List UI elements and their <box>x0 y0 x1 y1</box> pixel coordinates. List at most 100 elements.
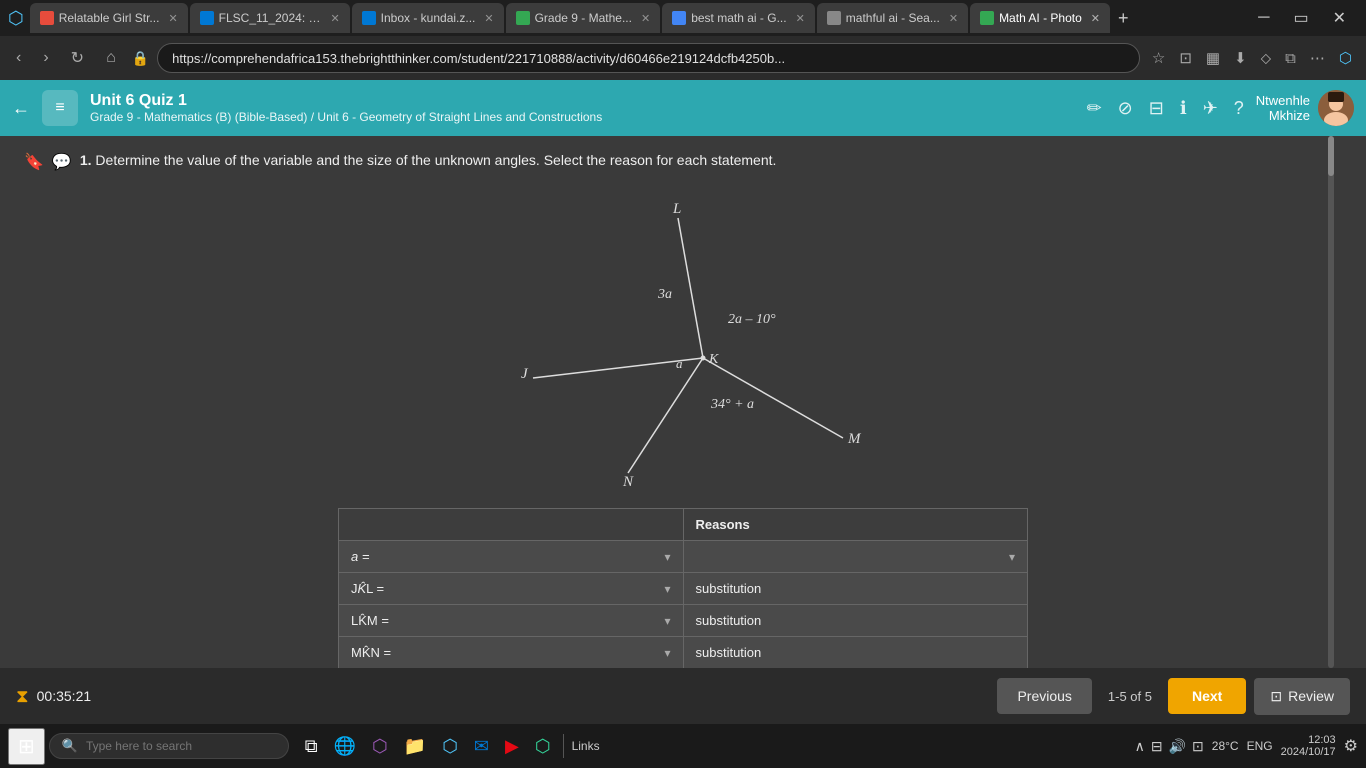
bookmark-icon[interactable]: 🔖 <box>24 152 44 172</box>
tab-close-relatable[interactable]: ✕ <box>168 12 177 25</box>
dropdown-arrow-jkl[interactable]: ▾ <box>664 582 670 596</box>
address-bar: ‹ › ↻ ⌂ 🔒 ☆ ⊡ ▦ ⬇ ⬦ ⧉ ⋯ ⬡ <box>0 36 1366 80</box>
more-options-icon[interactable]: ⋯ <box>1304 45 1331 71</box>
svg-text:34° + a: 34° + a <box>710 397 754 412</box>
geometry-diagram: L J K M N 3a 2a – 10° a 34° + a <box>483 188 883 488</box>
table-cell-a: a = ▾ <box>339 541 684 573</box>
add-tab-button[interactable]: + <box>1112 8 1135 29</box>
info-button[interactable]: ℹ <box>1176 94 1191 123</box>
tab-close-flsc[interactable]: ✕ <box>330 12 339 25</box>
table-cell-reason-mkn: substitution <box>683 637 1028 669</box>
settings-button[interactable]: ⚙ <box>1344 736 1358 756</box>
tab-flsc[interactable]: FLSC_11_2024: L... ✕ <box>190 3 350 33</box>
user-avatar[interactable] <box>1318 90 1354 126</box>
language-display: ENG <box>1247 739 1273 753</box>
file-manager-icon[interactable]: 📁 <box>400 732 430 761</box>
tab-label-inbox: Inbox - kundai.z... <box>381 11 476 25</box>
calculator-button[interactable]: ⊟ <box>1145 94 1168 123</box>
edge-copilot-icon[interactable]: ⬡ <box>1333 45 1358 71</box>
volume-icon[interactable]: 🔊 <box>1169 738 1186 755</box>
app-logo: ≡ <box>42 90 78 126</box>
table-header-expression <box>339 509 684 541</box>
dropdown-arrow-mkn[interactable]: ▾ <box>664 646 670 660</box>
dropdown-arrow-lkm[interactable]: ▾ <box>664 614 670 628</box>
minimize-button[interactable]: ─ <box>1246 6 1281 30</box>
page-info: 1-5 of 5 <box>1100 689 1160 704</box>
tab-grade9[interactable]: Grade 9 - Mathe... ✕ <box>506 3 661 33</box>
table-cell-reason-a: ▾ <box>683 541 1028 573</box>
taskview-icon[interactable]: ⧉ <box>301 732 322 761</box>
next-button[interactable]: Next <box>1168 678 1246 714</box>
cast-icon[interactable]: ⧉ <box>1279 46 1302 71</box>
edge-icon-2[interactable]: ⬡ <box>531 732 555 761</box>
review-button[interactable]: ⊡ Review <box>1254 678 1350 715</box>
tab-relatable[interactable]: Relatable Girl Str... ✕ <box>30 3 188 33</box>
address-input[interactable] <box>157 43 1140 73</box>
edge-browser-icon[interactable]: ⬡ <box>438 732 462 761</box>
dropdown-arrow-reason-a[interactable]: ▾ <box>1009 550 1015 564</box>
widgets-icon[interactable]: 🌐 <box>330 732 360 761</box>
block-tool-button[interactable]: ⊘ <box>1114 94 1137 123</box>
cell-label-jkl: JK̂L = <box>351 581 384 596</box>
pen-tool-button[interactable]: ✏ <box>1083 94 1106 123</box>
tab-mathful[interactable]: mathful ai - Sea... ✕ <box>817 3 968 33</box>
tab-close-inbox[interactable]: ✕ <box>484 12 493 25</box>
table-cell-jkl: JK̂L = ▾ <box>339 573 684 605</box>
main-content: 🔖 💬 1. Determine the value of the variab… <box>0 136 1366 724</box>
question-body: Determine the value of the variable and … <box>95 152 776 168</box>
window-controls: ─ ▭ ✕ <box>1246 6 1358 30</box>
collections-icon[interactable]: ▦ <box>1200 45 1226 71</box>
netflix-icon[interactable]: ▶ <box>501 732 523 761</box>
tab-bar: ⬡ Relatable Girl Str... ✕ FLSC_11_2024: … <box>0 0 1366 36</box>
browser-logo: ⬡ <box>8 8 24 29</box>
tab-label-mathai: Math AI - Photo <box>999 11 1082 25</box>
bottom-bar: ⧗ 00:35:21 Previous 1-5 of 5 Next ⊡ Revi… <box>0 668 1366 724</box>
timer-display: 00:35:21 <box>37 688 92 704</box>
table-row: MK̂N = ▾ substitution <box>339 637 1028 669</box>
search-bar[interactable]: 🔍 <box>49 733 289 759</box>
download-icon[interactable]: ⬇ <box>1228 45 1253 71</box>
start-button[interactable]: ⊞ <box>8 728 45 765</box>
back-nav-button[interactable]: ‹ <box>8 45 29 71</box>
links-label: Links <box>572 739 600 753</box>
question-header: 🔖 💬 1. Determine the value of the variab… <box>24 152 1342 172</box>
battery-icon[interactable]: ⊡ <box>1192 738 1204 755</box>
bookmark-star-icon[interactable]: ☆ <box>1146 45 1171 71</box>
clock: 12:03 2024/10/17 <box>1281 734 1336 758</box>
tray-up-arrow[interactable]: ∧ <box>1135 738 1145 755</box>
back-button[interactable]: ← <box>12 98 30 119</box>
comment-icon[interactable]: 💬 <box>52 152 72 172</box>
previous-button[interactable]: Previous <box>997 678 1091 714</box>
send-button[interactable]: ✈ <box>1199 94 1222 123</box>
header-title-block: Unit 6 Quiz 1 Grade 9 - Mathematics (B) … <box>90 92 602 124</box>
help-button[interactable]: ? <box>1230 94 1248 123</box>
table-cell-mkn: MK̂N = ▾ <box>339 637 684 669</box>
maximize-button[interactable]: ▭ <box>1281 6 1320 30</box>
tab-close-mathai[interactable]: ✕ <box>1091 12 1100 25</box>
cell-label-lkm: LK̂M = <box>351 613 389 628</box>
tab-bestmath[interactable]: best math ai - G... ✕ <box>662 3 815 33</box>
browser-ext-icon[interactable]: ⬦ <box>1255 46 1278 71</box>
copilot-icon[interactable]: ⬡ <box>368 732 392 761</box>
forward-nav-button[interactable]: › <box>35 45 56 71</box>
svg-text:L: L <box>672 201 681 217</box>
outlook-icon[interactable]: ✉ <box>470 732 493 761</box>
close-button[interactable]: ✕ <box>1321 6 1358 30</box>
home-button[interactable]: ⌂ <box>98 45 124 71</box>
reload-button[interactable]: ↻ <box>63 44 92 72</box>
reading-icon[interactable]: ⊡ <box>1173 45 1198 71</box>
network-icon[interactable]: ⊟ <box>1151 738 1163 755</box>
tab-close-bestmath[interactable]: ✕ <box>796 12 805 25</box>
tab-inbox[interactable]: Inbox - kundai.z... ✕ <box>352 3 504 33</box>
tab-close-grade9[interactable]: ✕ <box>641 12 650 25</box>
tab-close-mathful[interactable]: ✕ <box>949 12 958 25</box>
scrollbar-track[interactable] <box>1328 136 1334 668</box>
dropdown-arrow-a[interactable]: ▾ <box>664 550 670 564</box>
search-input[interactable] <box>86 739 266 753</box>
lock-icon: 🔒 <box>132 50 149 67</box>
scrollbar-thumb[interactable] <box>1328 136 1334 176</box>
timer-icon: ⧗ <box>16 686 29 707</box>
quiz-title: Unit 6 Quiz 1 <box>90 92 602 110</box>
tab-mathai[interactable]: Math AI - Photo ✕ <box>970 3 1110 33</box>
table-header-reasons: Reasons <box>683 509 1028 541</box>
